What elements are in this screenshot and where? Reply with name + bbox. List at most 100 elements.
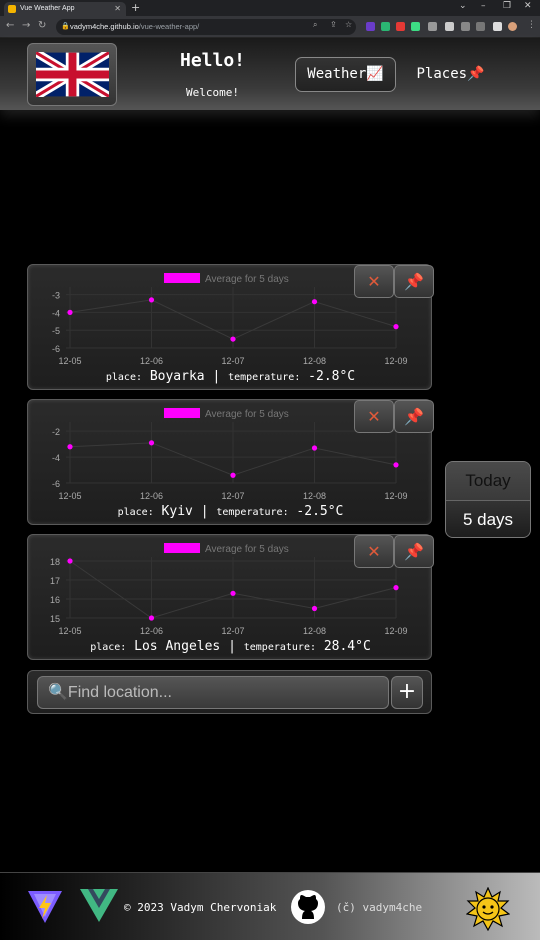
extension-icon[interactable] bbox=[396, 22, 405, 31]
x-tick-label: 12-06 bbox=[140, 356, 163, 366]
y-tick-label: -6 bbox=[52, 344, 60, 354]
reload-icon[interactable]: ↻ bbox=[38, 20, 46, 31]
data-point bbox=[393, 324, 399, 330]
data-point bbox=[67, 558, 73, 564]
app-footer: © 2023 Vadym Chervoniak (č) vadym4che bbox=[0, 872, 540, 940]
card-info: place: Los Angeles | temperature: 28.4°C bbox=[28, 639, 433, 654]
extension-icon[interactable] bbox=[428, 22, 437, 31]
x-tick-label: 12-06 bbox=[140, 491, 163, 501]
place-name: Los Angeles bbox=[134, 639, 221, 654]
data-point bbox=[230, 336, 236, 342]
data-point bbox=[311, 445, 318, 451]
menu-dots-icon[interactable]: ⋮ bbox=[527, 20, 536, 30]
x-tick-label: 12-05 bbox=[58, 491, 81, 501]
remove-card-button[interactable]: ✕ bbox=[354, 400, 394, 433]
data-point bbox=[67, 444, 73, 450]
x-tick-label: 12-08 bbox=[303, 491, 326, 501]
uk-flag-icon bbox=[36, 52, 109, 97]
x-tick-label: 12-07 bbox=[221, 356, 244, 366]
card-info: place: Boyarka | temperature: -2.8°C bbox=[28, 369, 433, 384]
pin-card-button[interactable]: 📌 bbox=[394, 535, 434, 568]
x-tick-label: 12-09 bbox=[384, 626, 407, 636]
y-tick-label: -4 bbox=[52, 308, 60, 318]
place-name: Boyarka bbox=[149, 369, 205, 384]
add-location-button[interactable]: + bbox=[391, 676, 423, 709]
y-tick-label: 18 bbox=[50, 557, 60, 567]
data-point bbox=[148, 615, 155, 621]
data-point bbox=[230, 472, 236, 478]
nav-places-link[interactable]: Places📌 bbox=[408, 57, 493, 92]
chevron-down-icon[interactable]: ⌄ bbox=[459, 1, 467, 11]
vite-logo-icon bbox=[28, 891, 62, 923]
zoom-icon[interactable]: ⌕ bbox=[313, 20, 317, 30]
pin-card-button[interactable]: 📌 bbox=[394, 400, 434, 433]
nav-weather-button[interactable]: Weather📈 bbox=[295, 57, 396, 92]
period-today-button[interactable]: Today bbox=[446, 462, 530, 500]
legend-label: Average for 5 days bbox=[205, 544, 289, 555]
pin-card-button[interactable]: 📌 bbox=[394, 265, 434, 298]
theme-toggle-sun-icon[interactable] bbox=[466, 887, 510, 931]
vue-logo-icon bbox=[80, 889, 118, 922]
share-icon[interactable]: ⇪ bbox=[330, 20, 337, 29]
close-window-icon[interactable]: ✕ bbox=[524, 1, 532, 11]
extension-icon[interactable] bbox=[411, 22, 420, 31]
browser-tab[interactable]: Vue Weather App ✕ bbox=[4, 2, 126, 16]
place-label: place: bbox=[117, 507, 154, 518]
separator: | bbox=[200, 504, 209, 519]
x-tick-label: 12-07 bbox=[221, 491, 244, 501]
y-tick-label: 17 bbox=[50, 576, 60, 586]
author-handle[interactable]: (č) vadym4che bbox=[336, 901, 422, 914]
search-placeholder: Find location... bbox=[67, 684, 172, 701]
profile-avatar[interactable] bbox=[508, 22, 517, 31]
temperature-value: -2.5°C bbox=[296, 504, 344, 519]
close-icon: ✕ bbox=[367, 542, 381, 561]
weather-card: -2 -4 -6 12-05 12-06 12-07 12-08 12-09 Average f… bbox=[27, 399, 434, 525]
period-toggle: Today 5 days bbox=[445, 461, 531, 538]
language-button[interactable] bbox=[27, 43, 117, 106]
address-bar: ← → ↻ 🔒 vadym4che.github.io/vue-weather-… bbox=[0, 16, 540, 38]
y-tick-label: -6 bbox=[52, 479, 60, 489]
forward-icon[interactable]: → bbox=[22, 20, 30, 31]
bookmark-star-icon[interactable]: ☆ bbox=[345, 20, 352, 29]
copyright-text: © 2023 Vadym Chervoniak bbox=[124, 901, 277, 914]
pin-icon: 📌 bbox=[404, 272, 424, 291]
x-tick-label: 12-08 bbox=[303, 356, 326, 366]
weather-card: 18 17 16 15 12-05 12-06 12-07 12-08 12-09 Average… bbox=[27, 534, 434, 660]
back-icon[interactable]: ← bbox=[6, 20, 14, 31]
remove-card-button[interactable]: ✕ bbox=[354, 535, 394, 568]
extension-icon[interactable] bbox=[445, 22, 454, 31]
legend-swatch bbox=[164, 543, 200, 553]
greeting-title: Hello! bbox=[179, 50, 246, 71]
temperature-value: 28.4°C bbox=[323, 639, 371, 654]
welcome-subtitle: Welcome! bbox=[186, 86, 239, 99]
data-point bbox=[230, 590, 236, 596]
minimize-icon[interactable]: – bbox=[481, 1, 486, 11]
app-favicon-icon bbox=[8, 5, 16, 13]
temperature-label: temperature: bbox=[228, 372, 301, 383]
weather-card: -3 -4 -5 -6 12-05 12-06 12-07 12-08 12-09 Average… bbox=[27, 264, 434, 390]
data-point bbox=[148, 440, 155, 446]
data-point bbox=[393, 585, 399, 591]
period-5days-button[interactable]: 5 days bbox=[446, 500, 530, 537]
y-tick-label: -5 bbox=[52, 326, 60, 336]
y-tick-label: -2 bbox=[52, 427, 60, 437]
close-tab-icon[interactable]: ✕ bbox=[114, 2, 121, 16]
restore-icon[interactable]: ❐ bbox=[503, 1, 511, 11]
side-panel-icon[interactable] bbox=[493, 22, 502, 31]
extension-icon[interactable] bbox=[476, 22, 485, 31]
extension-icon[interactable] bbox=[366, 22, 375, 31]
extensions-puzzle-icon[interactable] bbox=[461, 22, 470, 31]
search-input[interactable]: 🔍Find location... bbox=[37, 676, 389, 709]
x-tick-label: 12-08 bbox=[303, 626, 326, 636]
lock-icon: 🔒 bbox=[61, 23, 70, 30]
new-tab-icon[interactable]: + bbox=[131, 1, 140, 14]
legend-swatch bbox=[164, 408, 200, 418]
url-host: vadym4che.github.io bbox=[70, 22, 139, 31]
extension-icon[interactable] bbox=[381, 22, 390, 31]
y-tick-label: -4 bbox=[52, 453, 60, 463]
github-icon[interactable] bbox=[290, 889, 326, 925]
data-point bbox=[393, 462, 399, 468]
remove-card-button[interactable]: ✕ bbox=[354, 265, 394, 298]
pin-icon: 📌 bbox=[404, 407, 424, 426]
url-field[interactable]: 🔒 vadym4che.github.io/vue-weather-app/ bbox=[56, 19, 356, 35]
